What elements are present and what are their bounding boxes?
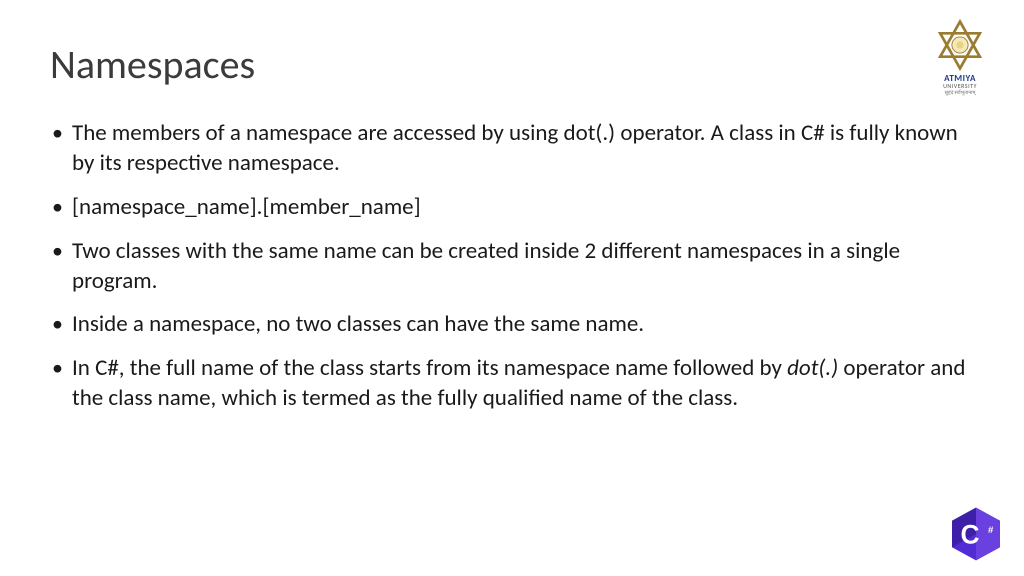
svg-text:C: C	[960, 520, 979, 550]
star-icon	[933, 18, 987, 72]
bullet-item: In C#, the full name of the class starts…	[50, 354, 974, 414]
bullet-list: The members of a namespace are accessed …	[50, 119, 974, 414]
slide-content: The members of a namespace are accessed …	[50, 119, 974, 414]
slide: ATMIYA UNIVERSITY सुहृदं सर्वभूतानाम् Na…	[0, 0, 1024, 576]
slide-title: Namespaces	[50, 40, 974, 89]
bullet-item: Two classes with the same name can be cr…	[50, 237, 974, 297]
csharp-logo-icon: C #	[946, 504, 1006, 564]
university-logo: ATMIYA UNIVERSITY सुहृदं सर्वभूतानाम्	[924, 18, 996, 97]
logo-motto: सुहृदं सर्वभूतानाम्	[924, 90, 996, 97]
bullet-item: [namespace_name].[member_name]	[50, 193, 974, 223]
bullet-item: Inside a namespace, no two classes can h…	[50, 310, 974, 340]
bullet-item: The members of a namespace are accessed …	[50, 119, 974, 179]
svg-text:#: #	[988, 525, 994, 536]
